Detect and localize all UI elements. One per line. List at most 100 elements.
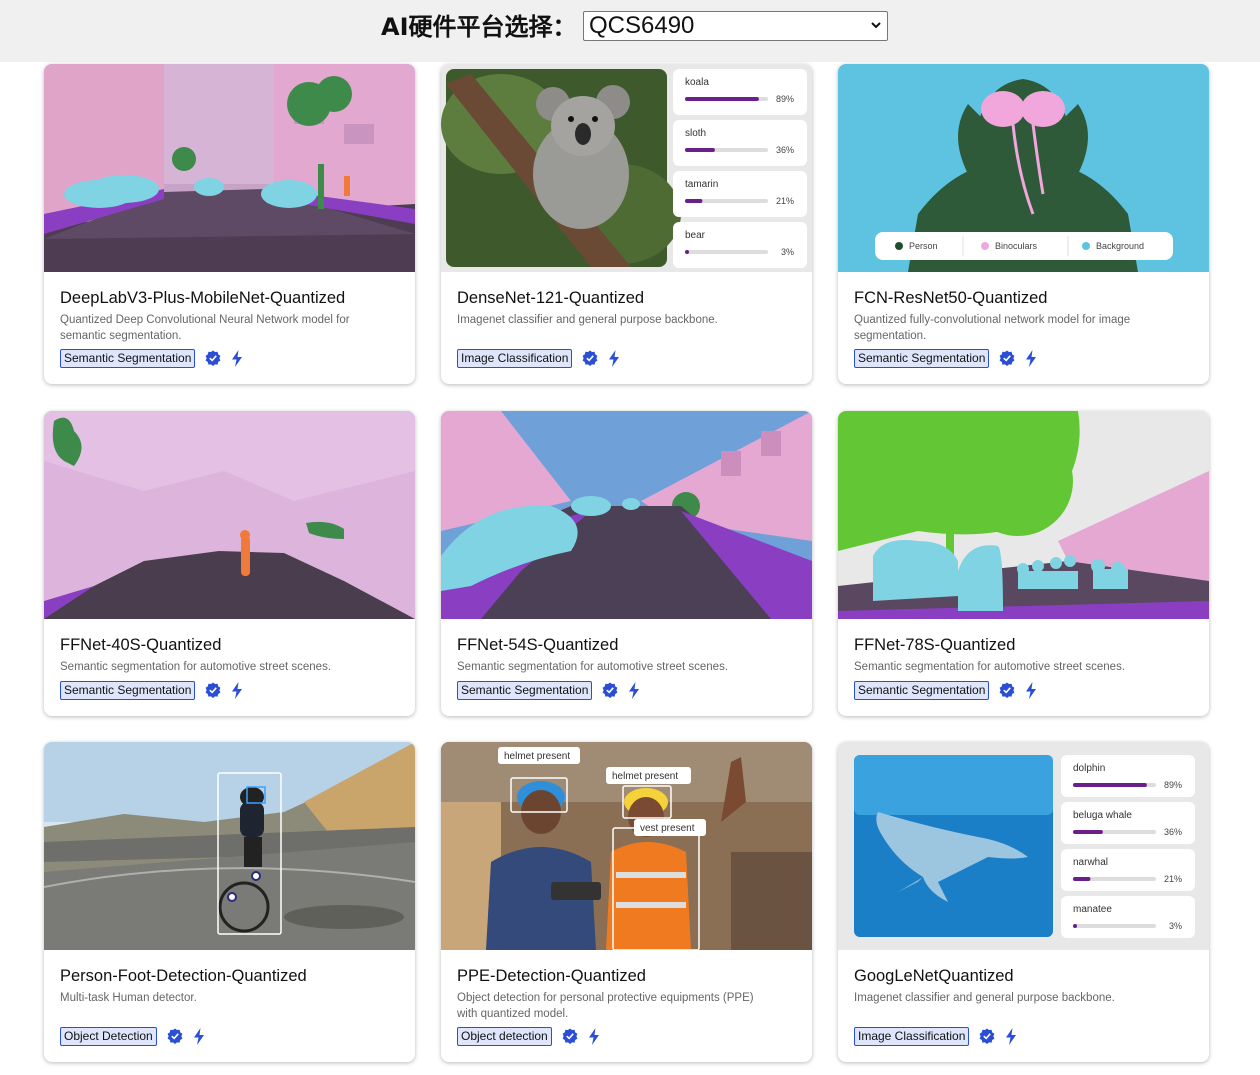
verified-badge-icon xyxy=(603,682,618,698)
verified-badge-icon xyxy=(1000,682,1015,698)
lightning-bolt-icon xyxy=(232,681,243,699)
detection-label: helmet present xyxy=(504,751,570,762)
prediction-percent: 21% xyxy=(1164,874,1182,884)
legend-person: Person xyxy=(909,241,938,251)
card-title[interactable]: FFNet-54S-Quantized xyxy=(457,636,618,655)
model-card-ffnet-78s[interactable]: FFNet-78S-Quantized Semantic segmentatio… xyxy=(838,411,1209,716)
card-description: Imagenet classifier and general purpose … xyxy=(457,314,718,326)
card-tags: Semantic Segmentation xyxy=(60,348,243,368)
model-card-deeplabv3[interactable]: DeepLabV3-Plus-MobileNet-Quantized Quant… xyxy=(44,64,415,384)
card-description: Imagenet classifier and general purpose … xyxy=(854,992,1115,1004)
card-tags: Image Classification xyxy=(854,1026,1017,1046)
card-title[interactable]: PPE-Detection-Quantized xyxy=(457,967,646,986)
card-thumbnail: helmet present helmet present vest prese… xyxy=(441,742,812,950)
task-tag[interactable]: Semantic Segmentation xyxy=(854,680,990,700)
task-tag[interactable]: Image Classification xyxy=(854,1026,970,1046)
prediction-panel: dolphin 89% beluga whale 36% narwhal 21% manat… xyxy=(1073,763,1182,931)
card-title[interactable]: DenseNet-121-Quantized xyxy=(457,289,644,308)
card-thumbnail xyxy=(44,742,415,950)
card-title[interactable]: FFNet-40S-Quantized xyxy=(60,636,221,655)
task-tag[interactable]: Image Classification xyxy=(457,348,573,368)
prediction-bar-fill xyxy=(685,250,689,254)
top-bar: AI硬件平台选择： QCS6490 xyxy=(0,0,1260,62)
card-tags: Semantic Segmentation xyxy=(854,680,1037,700)
lightning-bolt-icon xyxy=(629,681,640,699)
card-description: Object detection for personal protective… xyxy=(457,992,754,1020)
task-tag[interactable]: Object Detection xyxy=(60,1026,157,1046)
model-card-ffnet-40s[interactable]: FFNet-40S-Quantized Semantic segmentatio… xyxy=(44,411,415,716)
detection-label: helmet present xyxy=(612,771,678,782)
task-tag[interactable]: Semantic Segmentation xyxy=(60,348,196,368)
card-title[interactable]: FFNet-78S-Quantized xyxy=(854,636,1015,655)
card-title[interactable]: DeepLabV3-Plus-MobileNet-Quantized xyxy=(60,289,345,308)
prediction-panel: koala 89% sloth 36% tamarin 21% bear 3% xyxy=(685,77,794,257)
card-description: Semantic segmentation for automotive str… xyxy=(854,661,1126,673)
prediction-bar-track xyxy=(685,250,768,254)
task-tag[interactable]: Semantic Segmentation xyxy=(60,680,196,700)
model-card-ffnet-54s[interactable]: FFNet-54S-Quantized Semantic segmentatio… xyxy=(441,411,812,716)
card-thumbnail: Person Binoculars Background xyxy=(838,64,1209,272)
chevron-down-icon xyxy=(871,22,881,29)
model-card-person-foot[interactable]: Person-Foot-Detection-Quantized Multi-ta… xyxy=(44,742,415,1062)
prediction-percent: 3% xyxy=(781,247,794,257)
prediction-percent: 89% xyxy=(1164,780,1182,790)
card-thumbnail xyxy=(838,411,1209,619)
prediction-percent: 36% xyxy=(1164,827,1182,837)
card-description: Multi-task Human detector. xyxy=(60,992,197,1004)
card-tags: Semantic Segmentation xyxy=(457,680,640,700)
card-title[interactable]: FCN-ResNet50-Quantized xyxy=(854,289,1048,308)
lightning-bolt-icon xyxy=(232,349,243,367)
lightning-bolt-icon xyxy=(1026,349,1037,367)
prediction-label: sloth xyxy=(685,128,706,139)
lightning-bolt-icon xyxy=(193,1027,204,1045)
model-card-googlenet[interactable]: dolphin 89% beluga whale 36% narwhal 21% manat… xyxy=(838,742,1209,1062)
lightning-bolt-icon xyxy=(588,1027,599,1045)
card-thumbnail xyxy=(44,411,415,619)
card-thumbnail xyxy=(441,411,812,619)
card-tags: Semantic Segmentation xyxy=(854,348,1037,368)
prediction-bar-fill xyxy=(685,148,715,152)
verified-badge-icon xyxy=(167,1028,183,1044)
prediction-bar-fill xyxy=(1073,783,1147,787)
card-thumbnail: koala 89% sloth 36% tamarin 21% bear 3% xyxy=(441,64,812,272)
prediction-bar-fill xyxy=(685,97,759,101)
model-card-fcn-resnet50[interactable]: Person Binoculars Background FCN-ResNet5… xyxy=(838,64,1209,384)
prediction-bar-fill xyxy=(685,199,703,203)
platform-select[interactable]: QCS6490 xyxy=(583,11,888,41)
prediction-label: manatee xyxy=(1073,904,1112,915)
card-tags: Semantic Segmentation xyxy=(60,680,243,700)
prediction-bar-fill xyxy=(1073,830,1103,834)
lightning-bolt-icon xyxy=(1026,681,1037,699)
lightning-bolt-icon xyxy=(1006,1027,1017,1045)
detection-label: vest present xyxy=(640,823,695,834)
card-thumbnail xyxy=(44,64,415,272)
task-tag[interactable]: Object detection xyxy=(457,1026,552,1046)
prediction-bar-fill xyxy=(1073,877,1091,881)
prediction-percent: 89% xyxy=(776,94,794,104)
task-tag[interactable]: Semantic Segmentation xyxy=(854,348,990,368)
verified-badge-icon xyxy=(206,350,221,366)
model-card-densenet[interactable]: koala 89% sloth 36% tamarin 21% bear 3% DenseNe… xyxy=(441,64,812,384)
prediction-label: narwhal xyxy=(1073,857,1108,868)
prediction-bar-fill xyxy=(1073,924,1077,928)
model-card-ppe-detection[interactable]: helmet present helmet present vest prese… xyxy=(441,742,812,1062)
card-description: Semantic segmentation for automotive str… xyxy=(60,661,332,673)
card-thumbnail: dolphin 89% beluga whale 36% narwhal 21% manat… xyxy=(838,742,1209,950)
card-description: Quantized fully-convolutional network mo… xyxy=(854,314,1131,342)
card-title[interactable]: GoogLeNetQuantized xyxy=(854,967,1014,986)
prediction-percent: 21% xyxy=(776,196,794,206)
legend-binoculars: Binoculars xyxy=(995,241,1038,251)
prediction-label: beluga whale xyxy=(1073,810,1132,821)
task-tag[interactable]: Semantic Segmentation xyxy=(457,680,593,700)
platform-label: AI硬件平台选择： xyxy=(381,13,577,41)
platform-select-value: QCS6490 xyxy=(589,12,695,39)
card-title[interactable]: Person-Foot-Detection-Quantized xyxy=(60,967,307,986)
prediction-percent: 3% xyxy=(1169,921,1182,931)
prediction-label: dolphin xyxy=(1073,763,1105,774)
prediction-label: tamarin xyxy=(685,179,718,190)
verified-badge-icon xyxy=(979,1028,995,1044)
verified-badge-icon xyxy=(206,682,221,698)
prediction-percent: 36% xyxy=(776,145,794,155)
legend-background: Background xyxy=(1096,241,1144,251)
verified-badge-icon xyxy=(1000,350,1015,366)
